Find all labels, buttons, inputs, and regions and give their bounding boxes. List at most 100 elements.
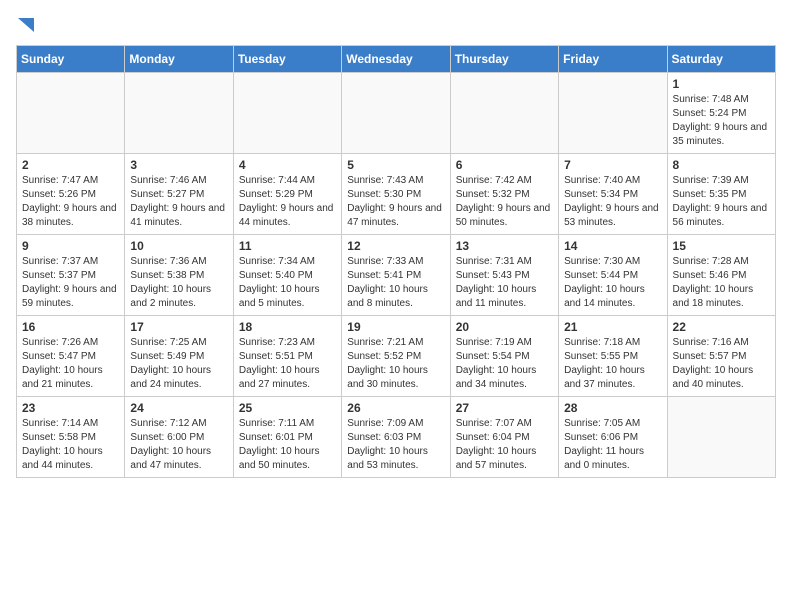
calendar-cell: 11 Sunrise: 7:34 AM Sunset: 5:40 PM Dayli… bbox=[233, 235, 341, 316]
day-header-sunday: Sunday bbox=[17, 46, 125, 73]
day-info: Sunrise: 7:23 AM Sunset: 5:51 PM Dayligh… bbox=[239, 336, 336, 392]
day-info: Sunrise: 7:07 AM Sunset: 6:04 PM Dayligh… bbox=[456, 417, 553, 473]
week-row-1: 1Sunrise: 7:48 AM Sunset: 5:24 PM Daylig… bbox=[17, 73, 776, 154]
calendar-cell: 13 Sunrise: 7:31 AM Sunset: 5:43 PM Dayli… bbox=[450, 235, 558, 316]
day-info: Sunrise: 7:28 AM Sunset: 5:46 PM Dayligh… bbox=[673, 255, 770, 311]
day-info: Sunrise: 7:05 AM Sunset: 6:06 PM Dayligh… bbox=[564, 417, 661, 473]
day-info: Sunrise: 7:47 AM Sunset: 5:26 PM Dayligh… bbox=[22, 174, 119, 230]
calendar-cell: 6Sunrise: 7:42 AM Sunset: 5:32 PM Daylig… bbox=[450, 154, 558, 235]
day-info: Sunrise: 7:36 AM Sunset: 5:38 PM Dayligh… bbox=[130, 255, 227, 311]
calendar-cell bbox=[125, 73, 233, 154]
day-info: Sunrise: 7:14 AM Sunset: 5:58 PM Dayligh… bbox=[22, 417, 119, 473]
calendar-cell: 23 Sunrise: 7:14 AM Sunset: 5:58 PM Dayli… bbox=[17, 397, 125, 478]
day-info: Sunrise: 7:33 AM Sunset: 5:41 PM Dayligh… bbox=[347, 255, 444, 311]
day-info: Sunrise: 7:37 AM Sunset: 5:37 PM Dayligh… bbox=[22, 255, 119, 311]
calendar-cell: 5 Sunrise: 7:43 AM Sunset: 5:30 PM Daylig… bbox=[342, 154, 450, 235]
day-number: 9 bbox=[22, 239, 119, 253]
calendar-cell: 1Sunrise: 7:48 AM Sunset: 5:24 PM Daylig… bbox=[667, 73, 775, 154]
day-info: Sunrise: 7:44 AM Sunset: 5:29 PM Dayligh… bbox=[239, 174, 336, 230]
day-header-tuesday: Tuesday bbox=[233, 46, 341, 73]
day-info: Sunrise: 7:11 AM Sunset: 6:01 PM Dayligh… bbox=[239, 417, 336, 473]
calendar-body: 1Sunrise: 7:48 AM Sunset: 5:24 PM Daylig… bbox=[17, 73, 776, 478]
calendar-cell bbox=[342, 73, 450, 154]
day-info: Sunrise: 7:30 AM Sunset: 5:44 PM Dayligh… bbox=[564, 255, 661, 311]
calendar-cell: 8 Sunrise: 7:39 AM Sunset: 5:35 PM Daylig… bbox=[667, 154, 775, 235]
day-info: Sunrise: 7:09 AM Sunset: 6:03 PM Dayligh… bbox=[347, 417, 444, 473]
day-info: Sunrise: 7:39 AM Sunset: 5:35 PM Dayligh… bbox=[673, 174, 770, 230]
calendar-cell bbox=[450, 73, 558, 154]
calendar-cell: 19Sunrise: 7:21 AM Sunset: 5:52 PM Dayli… bbox=[342, 316, 450, 397]
day-number: 27 bbox=[456, 401, 553, 415]
day-header-saturday: Saturday bbox=[667, 46, 775, 73]
day-number: 25 bbox=[239, 401, 336, 415]
day-number: 21 bbox=[564, 320, 661, 334]
day-info: Sunrise: 7:26 AM Sunset: 5:47 PM Dayligh… bbox=[22, 336, 119, 392]
day-info: Sunrise: 7:48 AM Sunset: 5:24 PM Dayligh… bbox=[673, 93, 770, 149]
calendar-cell: 15 Sunrise: 7:28 AM Sunset: 5:46 PM Dayli… bbox=[667, 235, 775, 316]
day-number: 19 bbox=[347, 320, 444, 334]
day-number: 26 bbox=[347, 401, 444, 415]
calendar-table: SundayMondayTuesdayWednesdayThursdayFrid… bbox=[16, 45, 776, 478]
day-info: Sunrise: 7:31 AM Sunset: 5:43 PM Dayligh… bbox=[456, 255, 553, 311]
day-number: 15 bbox=[673, 239, 770, 253]
calendar-cell: 10 Sunrise: 7:36 AM Sunset: 5:38 PM Dayli… bbox=[125, 235, 233, 316]
day-info: Sunrise: 7:18 AM Sunset: 5:55 PM Dayligh… bbox=[564, 336, 661, 392]
day-number: 24 bbox=[130, 401, 227, 415]
calendar-cell: 4 Sunrise: 7:44 AM Sunset: 5:29 PM Daylig… bbox=[233, 154, 341, 235]
calendar-cell: 16 Sunrise: 7:26 AM Sunset: 5:47 PM Dayli… bbox=[17, 316, 125, 397]
calendar-cell: 21 Sunrise: 7:18 AM Sunset: 5:55 PM Dayli… bbox=[559, 316, 667, 397]
calendar-cell: 7Sunrise: 7:40 AM Sunset: 5:34 PM Daylig… bbox=[559, 154, 667, 235]
calendar-cell: 25 Sunrise: 7:11 AM Sunset: 6:01 PM Dayli… bbox=[233, 397, 341, 478]
day-number: 5 bbox=[347, 158, 444, 172]
calendar-cell: 2 Sunrise: 7:47 AM Sunset: 5:26 PM Daylig… bbox=[17, 154, 125, 235]
calendar-cell: 22Sunrise: 7:16 AM Sunset: 5:57 PM Dayli… bbox=[667, 316, 775, 397]
day-info: Sunrise: 7:34 AM Sunset: 5:40 PM Dayligh… bbox=[239, 255, 336, 311]
day-number: 11 bbox=[239, 239, 336, 253]
calendar-cell: 14 Sunrise: 7:30 AM Sunset: 5:44 PM Dayli… bbox=[559, 235, 667, 316]
calendar-header-row: SundayMondayTuesdayWednesdayThursdayFrid… bbox=[17, 46, 776, 73]
day-info: Sunrise: 7:25 AM Sunset: 5:49 PM Dayligh… bbox=[130, 336, 227, 392]
calendar-cell: 27 Sunrise: 7:07 AM Sunset: 6:04 PM Dayli… bbox=[450, 397, 558, 478]
day-number: 12 bbox=[347, 239, 444, 253]
calendar-cell: 12 Sunrise: 7:33 AM Sunset: 5:41 PM Dayli… bbox=[342, 235, 450, 316]
calendar-cell: 9 Sunrise: 7:37 AM Sunset: 5:37 PM Daylig… bbox=[17, 235, 125, 316]
day-number: 2 bbox=[22, 158, 119, 172]
day-number: 16 bbox=[22, 320, 119, 334]
logo bbox=[16, 16, 34, 37]
calendar-cell: 18 Sunrise: 7:23 AM Sunset: 5:51 PM Dayli… bbox=[233, 316, 341, 397]
day-info: Sunrise: 7:40 AM Sunset: 5:34 PM Dayligh… bbox=[564, 174, 661, 230]
calendar-cell: 17 Sunrise: 7:25 AM Sunset: 5:49 PM Dayli… bbox=[125, 316, 233, 397]
day-number: 14 bbox=[564, 239, 661, 253]
calendar-cell bbox=[667, 397, 775, 478]
week-row-4: 16 Sunrise: 7:26 AM Sunset: 5:47 PM Dayli… bbox=[17, 316, 776, 397]
logo-arrow-icon bbox=[18, 18, 34, 32]
day-number: 4 bbox=[239, 158, 336, 172]
day-number: 13 bbox=[456, 239, 553, 253]
calendar-cell: 28 Sunrise: 7:05 AM Sunset: 6:06 PM Dayli… bbox=[559, 397, 667, 478]
calendar-cell: 3Sunrise: 7:46 AM Sunset: 5:27 PM Daylig… bbox=[125, 154, 233, 235]
calendar-cell bbox=[233, 73, 341, 154]
day-header-wednesday: Wednesday bbox=[342, 46, 450, 73]
calendar-cell: 24 Sunrise: 7:12 AM Sunset: 6:00 PM Dayli… bbox=[125, 397, 233, 478]
day-header-friday: Friday bbox=[559, 46, 667, 73]
day-number: 8 bbox=[673, 158, 770, 172]
day-number: 28 bbox=[564, 401, 661, 415]
day-number: 18 bbox=[239, 320, 336, 334]
day-info: Sunrise: 7:46 AM Sunset: 5:27 PM Dayligh… bbox=[130, 174, 227, 230]
day-info: Sunrise: 7:19 AM Sunset: 5:54 PM Dayligh… bbox=[456, 336, 553, 392]
day-header-thursday: Thursday bbox=[450, 46, 558, 73]
day-number: 10 bbox=[130, 239, 227, 253]
day-number: 17 bbox=[130, 320, 227, 334]
day-number: 20 bbox=[456, 320, 553, 334]
day-number: 23 bbox=[22, 401, 119, 415]
week-row-3: 9 Sunrise: 7:37 AM Sunset: 5:37 PM Daylig… bbox=[17, 235, 776, 316]
day-info: Sunrise: 7:16 AM Sunset: 5:57 PM Dayligh… bbox=[673, 336, 770, 392]
day-header-monday: Monday bbox=[125, 46, 233, 73]
week-row-2: 2 Sunrise: 7:47 AM Sunset: 5:26 PM Daylig… bbox=[17, 154, 776, 235]
day-info: Sunrise: 7:12 AM Sunset: 6:00 PM Dayligh… bbox=[130, 417, 227, 473]
day-number: 6 bbox=[456, 158, 553, 172]
day-info: Sunrise: 7:43 AM Sunset: 5:30 PM Dayligh… bbox=[347, 174, 444, 230]
calendar-cell bbox=[17, 73, 125, 154]
week-row-5: 23 Sunrise: 7:14 AM Sunset: 5:58 PM Dayli… bbox=[17, 397, 776, 478]
calendar-cell: 26 Sunrise: 7:09 AM Sunset: 6:03 PM Dayli… bbox=[342, 397, 450, 478]
